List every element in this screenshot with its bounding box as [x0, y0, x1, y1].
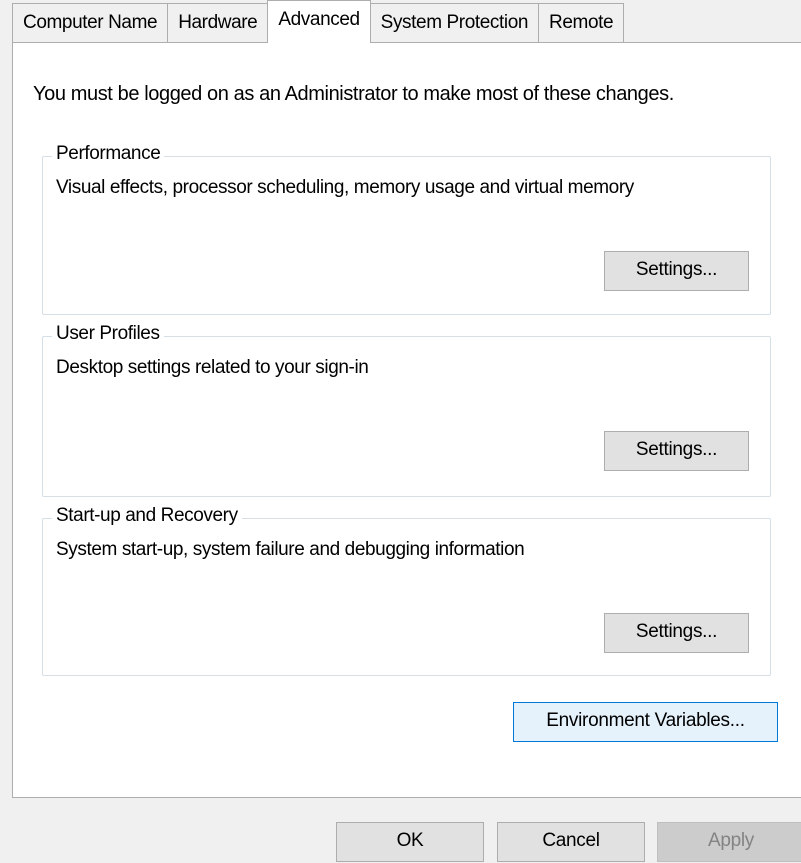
tab-computer-name[interactable]: Computer Name: [12, 3, 169, 42]
environment-variables-button[interactable]: Environment Variables...: [513, 702, 778, 742]
tab-remote[interactable]: Remote: [538, 3, 625, 42]
tab-advanced[interactable]: Advanced: [267, 0, 371, 43]
user-profiles-group-title: User Profiles: [52, 323, 164, 345]
startup-recovery-settings-button[interactable]: Settings...: [604, 613, 749, 653]
startup-recovery-description: System start-up, system failure and debu…: [56, 539, 525, 560]
apply-button[interactable]: Apply: [657, 822, 801, 862]
performance-group: Performance Visual effects, processor sc…: [42, 143, 771, 315]
advanced-tab-panel: You must be logged on as an Administrato…: [12, 42, 801, 798]
startup-recovery-group: Start-up and Recovery System start-up, s…: [42, 505, 771, 676]
user-profiles-group: User Profiles Desktop settings related t…: [42, 323, 771, 497]
tab-strip: Computer Name Hardware Advanced System P…: [12, 0, 625, 43]
startup-recovery-group-title: Start-up and Recovery: [52, 505, 242, 527]
ok-button[interactable]: OK: [336, 822, 484, 862]
performance-description: Visual effects, processor scheduling, me…: [56, 177, 634, 198]
tab-hardware[interactable]: Hardware: [167, 3, 269, 42]
admin-notice: You must be logged on as an Administrato…: [33, 83, 674, 105]
tab-system-protection[interactable]: System Protection: [369, 3, 540, 42]
performance-group-title: Performance: [52, 143, 165, 165]
cancel-button[interactable]: Cancel: [497, 822, 645, 862]
user-profiles-description: Desktop settings related to your sign-in: [56, 357, 369, 378]
performance-settings-button[interactable]: Settings...: [604, 251, 749, 291]
user-profiles-settings-button[interactable]: Settings...: [604, 431, 749, 471]
